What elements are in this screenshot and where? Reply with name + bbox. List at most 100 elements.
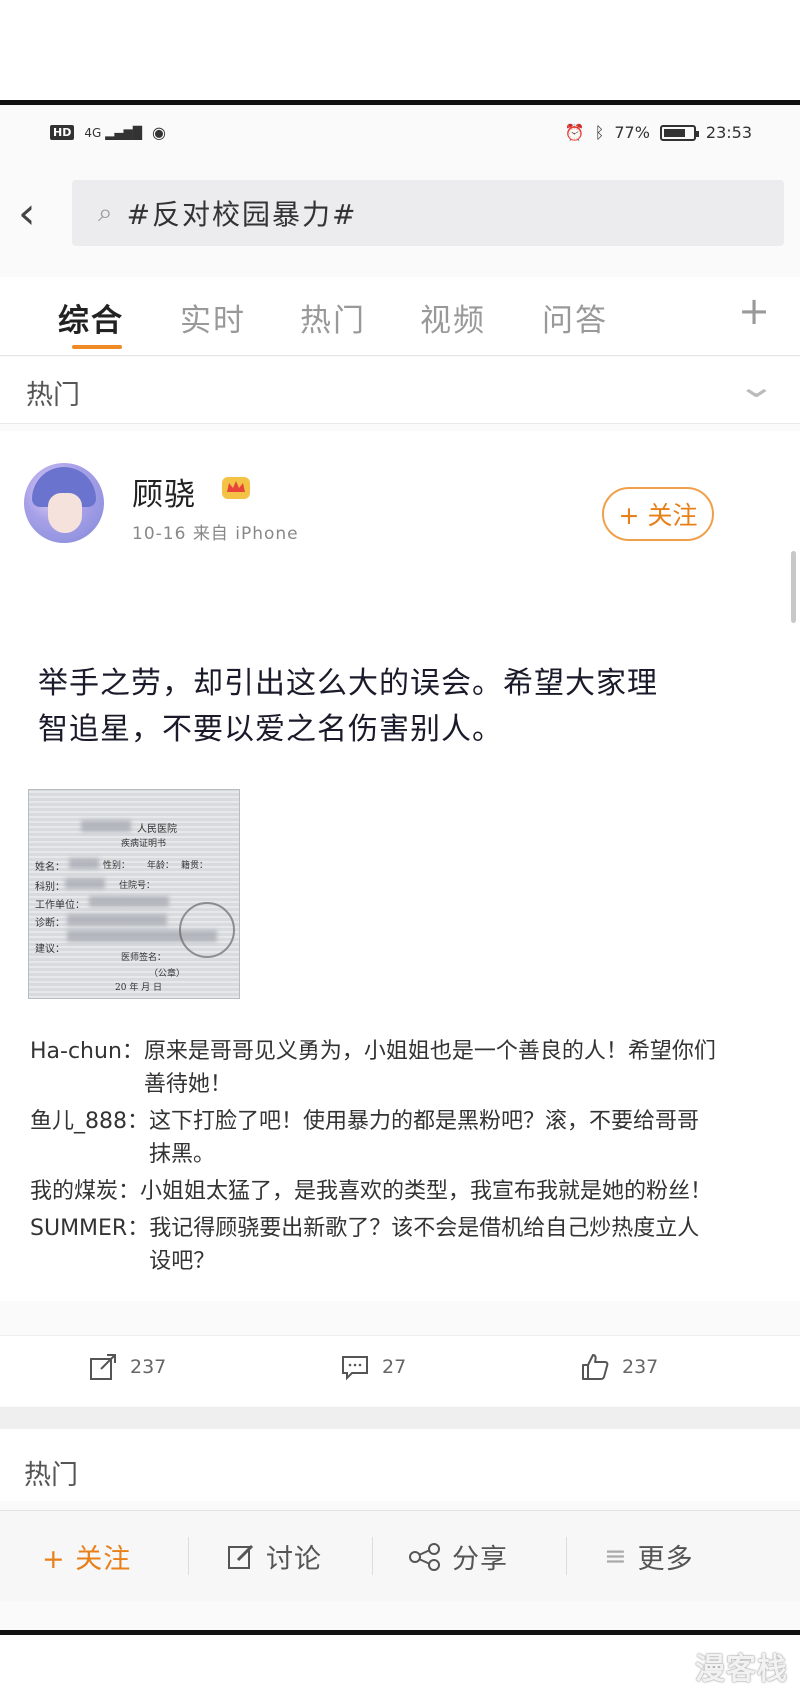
comment-count: 27 [382,1356,407,1378]
tab-realtime[interactable]: 实时 [180,295,246,340]
comments-list: Ha-chun： 原来是哥哥见义勇为，小姐姐也是一个善良的人！希望你们善待她！ … [30,1035,720,1282]
toolbar-follow-button[interactable]: + 关注 [42,1537,131,1576]
tab-qa[interactable]: 问答 [542,295,608,340]
battery-icon [659,124,699,141]
clock: 23:53 [705,123,752,142]
doc-field-age: 年龄： [147,861,175,871]
redaction [67,914,167,926]
toolbar-divider [188,1537,189,1575]
comment-author: 鱼儿_888： [30,1109,149,1134]
toolbar-discuss-label: 讨论 [266,1544,322,1575]
menu-icon: ≡ [604,1541,628,1572]
post-date: 10-16 [132,524,187,544]
doc-field-admission: 住院号： [119,881,156,891]
toolbar-more-label: 更多 [637,1544,694,1575]
doc-field-origin: 籍贯： [181,861,209,871]
repost-button[interactable]: 237 [88,1352,166,1382]
username[interactable]: 顾骁 [132,469,196,514]
redaction [65,878,105,889]
active-tab-indicator [72,345,122,349]
search-query: #反对校园暴力# [126,198,358,231]
add-tab-icon[interactable]: + [738,289,770,333]
divider [0,1407,800,1429]
vip-crown-icon [222,477,250,499]
toolbar-share-button[interactable]: 分享 [408,1537,508,1576]
comment-text: 我记得顾骁要出新歌了？该不会是借机给自己炒热度立人设吧？ [149,1216,700,1274]
post-meta: 10-16 来自 iPhone [132,519,299,544]
status-right: ⏰ ᛒ 77% 23:53 [565,123,752,142]
post-image-medical-certificate[interactable]: 人民医院 疾病证明书 姓名： 性别： 年龄： 籍贯： 科别： 住院号： 工作单位… [28,789,240,999]
comment-item[interactable]: 鱼儿_888： 这下打脸了吧！使用暴力的都是黑粉吧？滚，不要给哥哥抹黑。 [30,1105,720,1171]
hd-icon: HD [50,125,75,140]
doc-field-advice: 建议： [35,944,65,955]
alarm-icon: ⏰ [564,123,585,142]
chevron-down-icon[interactable]: ⌄ [736,367,776,405]
official-seal [179,902,235,958]
search-row: ‹ ⌕ #反对校园暴力# [0,180,800,250]
repost-count: 237 [130,1356,167,1378]
scrollbar[interactable] [791,551,796,623]
comment-text: 原来是哥哥见义勇为，小姐姐也是一个善良的人！希望你们善待她！ [143,1039,716,1097]
toolbar-discuss-button[interactable]: 讨论 [226,1537,322,1576]
redaction [81,820,131,832]
eye-icon: ◉ [152,123,166,142]
doc-field-dept: 科别： [35,882,65,893]
signal-icon: 4G ▂▄▆█ [84,125,143,140]
status-bar: HD 4G ▂▄▆█ ◉ ⏰ ᛒ 77% 23:53 [0,115,800,155]
comment-item[interactable]: SUMMER： 我记得顾骁要出新歌了？该不会是借机给自己炒热度立人设吧？ [30,1212,720,1278]
comment-button[interactable]: 27 [340,1352,406,1382]
like-button[interactable]: 237 [580,1352,658,1382]
redaction [69,858,99,869]
avatar-face [48,493,82,533]
section-title: 热门 [26,380,80,411]
post-action-bar: 237 27 237 [0,1335,800,1406]
toolbar-divider [566,1537,567,1575]
follow-button[interactable]: + 关注 [602,487,714,541]
toolbar-share-label: 分享 [452,1544,508,1575]
comment-text: 这下打脸了吧！使用暴力的都是黑粉吧？滚，不要给哥哥抹黑。 [149,1109,700,1167]
search-icon: ⌕ [98,197,113,228]
like-count: 237 [622,1356,659,1378]
doc-field-name: 姓名： [35,862,65,873]
toolbar-divider [372,1537,373,1575]
post-text: 举手之劳，却引出这么大的误会。希望大家理智追星，不要以爱之名伤害别人。 [38,666,658,747]
comment-icon [342,1356,368,1381]
redaction [89,896,169,907]
tab-hot[interactable]: 热门 [300,295,366,340]
status-left: HD 4G ▂▄▆█ ◉ [50,123,166,142]
doc-field-gender: 性别： [103,861,131,871]
doc-title: 疾病证明书 [121,839,167,849]
thumbs-up-icon [582,1354,609,1380]
section-title-2: 热门 [24,1460,78,1491]
back-icon[interactable]: ‹ [18,192,36,236]
doc-field-seal: （公章） [149,969,186,979]
doc-hospital: 人民医院 [137,824,177,835]
section-header[interactable]: 热门 ⌄ [0,357,800,424]
repost-icon [90,1354,116,1380]
doc-field-diag: 诊断： [35,918,65,929]
battery-fill [663,128,686,137]
tab-video[interactable]: 视频 [420,295,486,340]
toolbar-more-button[interactable]: ≡ 更多 [604,1537,694,1576]
comment-author: Ha-chun： [30,1039,144,1064]
battery-percent: 77% [614,123,650,142]
comment-author: SUMMER： [30,1216,150,1241]
comment-item[interactable]: Ha-chun： 原来是哥哥见义勇为，小姐姐也是一个善良的人！希望你们善待她！ [30,1035,720,1101]
doc-field-doctor: 医师签名： [121,953,167,963]
search-input[interactable]: ⌕ #反对校园暴力# [72,180,784,246]
tab-bar: 综合 实时 热门 视频 问答 + [0,277,800,356]
comment-text: 小姐姐太猛了，是我喜欢的类型，我宣布我就是她的粉丝！ [140,1179,713,1204]
edit-icon [228,1544,254,1569]
comment-item[interactable]: 我的煤炭： 小姐姐太猛了，是我喜欢的类型，我宣布我就是她的粉丝！ [30,1175,720,1208]
bluetooth-icon: ᛒ [594,123,605,142]
comment-author: 我的煤炭： [30,1179,141,1204]
doc-field-work: 工作单位： [35,900,85,911]
share-icon [409,1542,440,1571]
post-source: 来自 iPhone [192,524,299,544]
section-header-2[interactable]: 热门 [0,1429,800,1501]
phone-screen: HD 4G ▂▄▆█ ◉ ⏰ ᛒ 77% 23:53 ‹ ⌕ #反对校园暴力# … [0,100,800,1635]
doc-field-date: 20 年 月 日 [115,983,163,993]
tab-comprehensive[interactable]: 综合 [58,295,124,340]
avatar[interactable] [24,463,104,543]
watermark-logo: 漫客栈 [695,1652,788,1687]
